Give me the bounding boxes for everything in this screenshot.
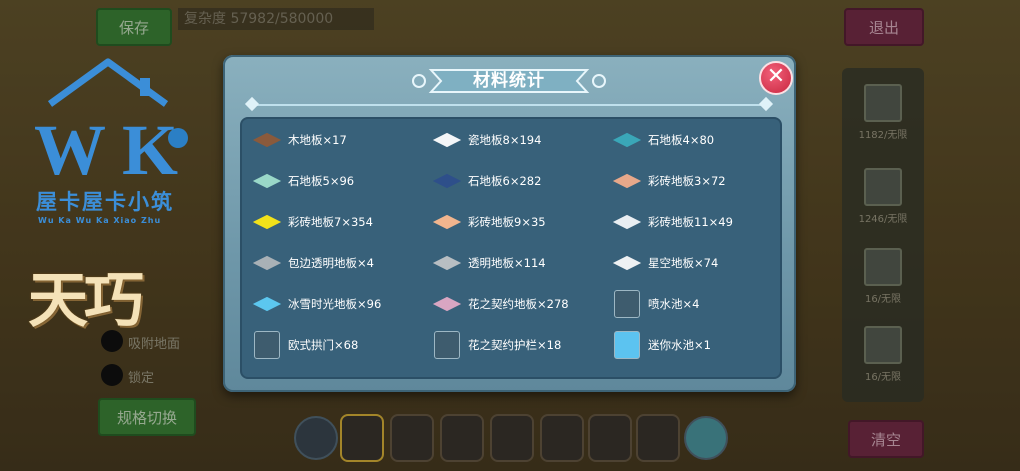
material-list: 木地板×17 瓷地板8×194 石地板4×80 石地板5×96 石地板6×282 彩砖地板… xyxy=(240,117,782,379)
material-item: 冰雪时光地板×96 xyxy=(252,289,381,319)
material-item: 欧式拱门×68 xyxy=(252,330,358,360)
stone-floor-icon xyxy=(432,170,462,192)
material-label: 石地板5×96 xyxy=(288,174,355,188)
close-button[interactable]: ✕ xyxy=(759,61,793,95)
material-label: 石地板6×282 xyxy=(468,174,542,188)
material-label: 冰雪时光地板×96 xyxy=(288,297,382,311)
title-divider xyxy=(253,104,765,106)
material-item: 喷水池×4 xyxy=(612,289,699,319)
material-item: 彩砖地板3×72 xyxy=(612,166,726,196)
material-item: 透明地板×114 xyxy=(432,248,546,278)
material-label: 花之契约地板×278 xyxy=(468,297,569,311)
material-item: 彩砖地板11×49 xyxy=(612,207,733,237)
svg-text:W: W xyxy=(34,110,106,186)
material-item: 彩砖地板9×35 xyxy=(432,207,546,237)
material-item: 石地板4×80 xyxy=(612,125,714,155)
material-label: 包边透明地板×4 xyxy=(288,256,374,270)
material-item: 石地板5×96 xyxy=(252,166,354,196)
house-logo-icon: W K xyxy=(34,58,188,186)
star-floor-icon xyxy=(612,252,642,274)
material-label: 彩砖地板7×354 xyxy=(288,215,373,229)
logo-pinyin: Wu Ka Wu Ka Xiao Zhu xyxy=(38,216,162,225)
material-label: 彩砖地板3×72 xyxy=(648,174,726,188)
tile-floor-icon xyxy=(432,129,462,151)
material-item: 石地板6×282 xyxy=(432,166,541,196)
divider-ornament-icon xyxy=(758,96,774,112)
material-stats-dialog: 材料统计 ✕ 木地板×17 瓷地板8×194 石地板4×80 石地板5×96 石地板6×… xyxy=(223,55,796,392)
wood-floor-icon xyxy=(252,129,282,151)
fountain-icon xyxy=(612,290,642,318)
svg-text:K: K xyxy=(122,110,178,186)
material-item: 星空地板×74 xyxy=(612,248,718,278)
flower-fence-icon xyxy=(432,331,462,359)
material-label: 迷你水池×1 xyxy=(648,338,711,352)
material-label: 彩砖地板11×49 xyxy=(648,215,733,229)
material-label: 木地板×17 xyxy=(288,133,347,147)
glass-floor-icon xyxy=(252,252,282,274)
color-brick-floor-icon xyxy=(432,211,462,233)
brand-text: 天巧 xyxy=(28,266,144,336)
material-label: 欧式拱门×68 xyxy=(288,338,359,352)
logo-house-text: 屋卡屋卡小筑 xyxy=(36,190,174,214)
material-item: 瓷地板8×194 xyxy=(432,125,541,155)
divider-ornament-icon xyxy=(244,96,260,112)
flower-floor-icon xyxy=(432,293,462,315)
stone-floor-icon xyxy=(252,170,282,192)
arch-door-icon xyxy=(252,331,282,359)
material-label: 瓷地板8×194 xyxy=(468,133,542,147)
material-label: 石地板4×80 xyxy=(648,133,715,147)
material-item: 木地板×17 xyxy=(252,125,347,155)
brand-logo: 天巧 xyxy=(28,252,198,336)
material-item: 迷你水池×1 xyxy=(612,330,711,360)
color-brick-floor-icon xyxy=(612,211,642,233)
material-item: 花之契约地板×278 xyxy=(432,289,569,319)
material-label: 星空地板×74 xyxy=(648,256,719,270)
glass-floor-icon xyxy=(432,252,462,274)
material-label: 彩砖地板9×35 xyxy=(468,215,546,229)
color-brick-floor-icon xyxy=(612,170,642,192)
material-item: 花之契约护栏×18 xyxy=(432,330,561,360)
color-brick-floor-icon xyxy=(252,211,282,233)
ice-floor-icon xyxy=(252,293,282,315)
stone-floor-icon xyxy=(612,129,642,151)
material-item: 彩砖地板7×354 xyxy=(252,207,373,237)
material-label: 花之契约护栏×18 xyxy=(468,338,562,352)
dialog-title: 材料统计 xyxy=(473,71,545,91)
logo: W K 屋卡屋卡小筑 Wu Ka Wu Ka Xiao Zhu xyxy=(28,56,218,236)
mini-pool-icon xyxy=(612,331,642,359)
close-icon: ✕ xyxy=(766,64,786,89)
dialog-title-bar: 材料统计 xyxy=(409,66,609,96)
material-label: 透明地板×114 xyxy=(468,256,546,270)
material-label: 喷水池×4 xyxy=(648,297,700,311)
material-item: 包边透明地板×4 xyxy=(252,248,374,278)
